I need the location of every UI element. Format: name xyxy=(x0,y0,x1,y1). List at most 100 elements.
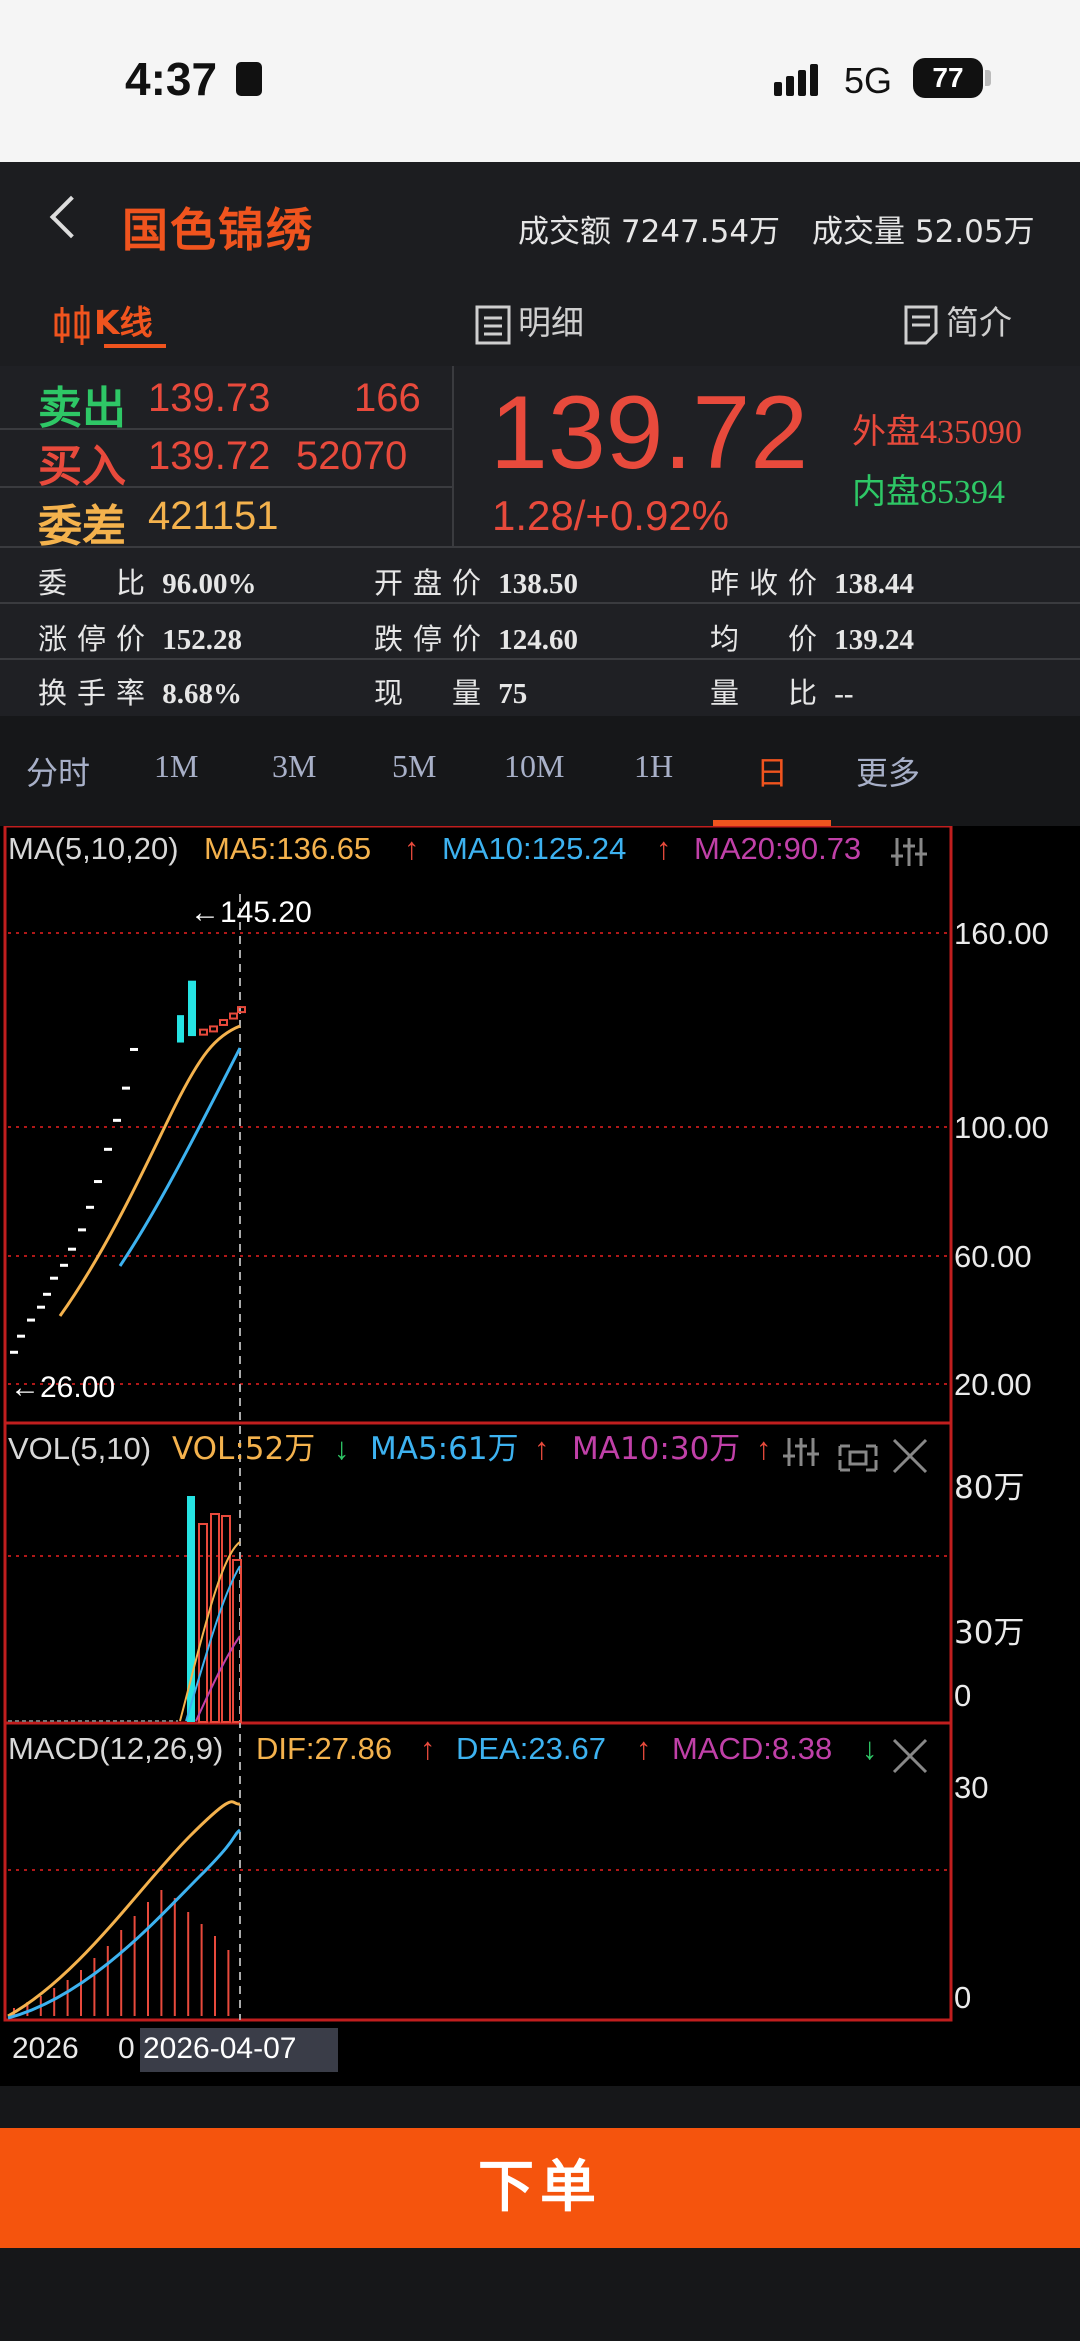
turnover: 成交额 7247.54万 xyxy=(518,206,780,251)
divider xyxy=(452,366,454,546)
stat-label: 开盘价 xyxy=(374,568,492,600)
dif-value: DIF:27.86 xyxy=(256,1731,392,1766)
price-change: 1.28/+0.92% xyxy=(492,492,730,539)
period-tab-active[interactable]: 日 xyxy=(756,748,788,794)
ma10-up-arrow: ↑ xyxy=(656,831,672,866)
candle xyxy=(122,1086,130,1090)
turnover-value: 7247.54万 xyxy=(620,214,781,250)
stat-label: 量 比 xyxy=(710,678,828,710)
price-axis-label: 160.00 xyxy=(954,916,1049,951)
period-tab-more[interactable]: 更多 xyxy=(856,748,920,794)
volume-label: 成交量 xyxy=(812,214,905,250)
candle xyxy=(68,1247,76,1251)
tab-detail[interactable]: 明细 xyxy=(474,296,584,347)
divider xyxy=(0,546,1080,548)
signal-bars-icon xyxy=(774,64,818,96)
price-axis-label: 20.00 xyxy=(954,1367,1032,1402)
bottom-bar: 下单 xyxy=(0,2086,1080,2341)
grid-lines xyxy=(8,932,948,1871)
sell-price: 139.73 xyxy=(148,376,271,420)
candle xyxy=(10,1350,18,1354)
ma5-line xyxy=(58,1024,241,1317)
quote-panel: 卖出 139.73 166 买入 139.72 52070 委差 421151 … xyxy=(0,366,1080,716)
dif-line xyxy=(7,1800,241,2018)
vol-ma10-up-arrow: ↑ xyxy=(756,1431,772,1466)
back-arrow-icon[interactable] xyxy=(49,195,93,239)
stat-value: 139.24 xyxy=(834,624,915,656)
last-price: 139.72 xyxy=(490,375,809,491)
kline-chart-svg[interactable]: 160.00 100.00 60.00 20.00 80万 30万 0 30 0… xyxy=(0,824,1080,2086)
stat-label: 委 比 xyxy=(38,568,156,600)
vol-value: VOL:52万 xyxy=(172,1431,315,1467)
vol-axis-label: 0 xyxy=(954,1678,971,1713)
ma5-up-arrow: ↑ xyxy=(404,831,420,866)
x-axis-mid: 0 xyxy=(118,2032,135,2065)
tab-profile-label: 简介 xyxy=(946,303,1012,342)
vol-settings-icon xyxy=(783,1438,819,1466)
stat-label: 现 量 xyxy=(374,678,492,710)
list-icon xyxy=(475,305,511,344)
high-annotation: ←145.20 xyxy=(190,896,312,929)
tab-active-underline xyxy=(104,344,166,348)
stat-commission-ratio: 委 比 96.00% xyxy=(38,560,257,602)
close-macd-icon xyxy=(892,1738,928,1774)
buy-label: 买入 xyxy=(38,441,126,492)
portrait-lock-icon xyxy=(236,62,262,96)
ma-title: MA(5,10,20) xyxy=(8,831,179,866)
dea-value: DEA:23.67 xyxy=(456,1731,606,1766)
ma10-line xyxy=(118,1047,242,1267)
buy-price: 139.72 xyxy=(148,434,271,478)
stat-limit-down: 跌停价 124.60 xyxy=(374,616,578,658)
period-tab[interactable]: 10M xyxy=(504,748,564,785)
tab-profile[interactable]: 简介 xyxy=(902,296,1012,347)
stat-turnover-rate: 换手率 8.68% xyxy=(38,670,242,712)
period-tab[interactable]: 1H xyxy=(634,748,673,785)
volume: 成交量 52.05万 xyxy=(812,206,1035,251)
crosshair-date: 2026-04-07 xyxy=(143,2032,296,2065)
period-selector: 分时 1M 3M 5M 10M 1H 日 更多 xyxy=(0,716,1080,826)
period-tab[interactable]: 1M xyxy=(154,748,198,785)
network-type: 5G xyxy=(844,60,893,101)
candles xyxy=(10,980,246,1354)
candle xyxy=(94,1180,102,1184)
vol-title: VOL(5,10) xyxy=(8,1431,151,1466)
indicator-settings-icon xyxy=(891,838,927,866)
volume-bars xyxy=(8,1496,242,1723)
vol-down-arrow: ↓ xyxy=(334,1431,350,1466)
inner-volume: 内盘85394 xyxy=(852,464,1005,513)
stat-limit-up: 涨停价 152.28 xyxy=(38,616,242,658)
outer-volume: 外盘435090 xyxy=(852,404,1022,453)
period-tab[interactable]: 5M xyxy=(392,748,436,785)
outer-value: 435090 xyxy=(920,414,1022,451)
period-tab[interactable]: 分时 xyxy=(26,748,90,794)
candle xyxy=(27,1318,35,1322)
period-tab[interactable]: 3M xyxy=(272,748,316,785)
place-order-button[interactable]: 下单 xyxy=(0,2128,1080,2248)
candle xyxy=(188,980,196,1037)
candle xyxy=(86,1205,94,1209)
inner-value: 85394 xyxy=(920,474,1005,511)
candle xyxy=(199,1028,208,1036)
stat-value: 152.28 xyxy=(162,624,243,656)
stat-prev-close: 昨收价 138.44 xyxy=(710,560,914,602)
battery-icon: 77 xyxy=(913,58,983,98)
diff-label: 委差 xyxy=(38,501,126,552)
candle xyxy=(104,1147,112,1151)
section-tabs: K线 明细 简介 xyxy=(0,282,1080,366)
battery-tip xyxy=(985,70,991,86)
candle xyxy=(130,1047,138,1051)
candlestick-icon xyxy=(54,304,90,345)
candle xyxy=(229,1012,238,1020)
stat-value: 138.50 xyxy=(498,568,579,600)
ma5-value: MA5:136.65 xyxy=(204,831,371,866)
stat-label: 换手率 xyxy=(38,678,156,710)
stat-avg-price: 均 价 139.24 xyxy=(710,616,914,658)
turnover-label: 成交额 xyxy=(518,214,611,250)
tab-kline[interactable]: K线 xyxy=(52,296,153,347)
signal-icon xyxy=(774,62,830,96)
status-bar: 4:37 5G 77 xyxy=(0,0,1080,162)
tab-kline-label: K线 xyxy=(94,303,153,342)
chart-area[interactable]: 160.00 100.00 60.00 20.00 80万 30万 0 30 0… xyxy=(0,824,1080,2086)
divider xyxy=(0,602,1080,604)
vol-axis-label: 80万 xyxy=(954,1470,1024,1506)
